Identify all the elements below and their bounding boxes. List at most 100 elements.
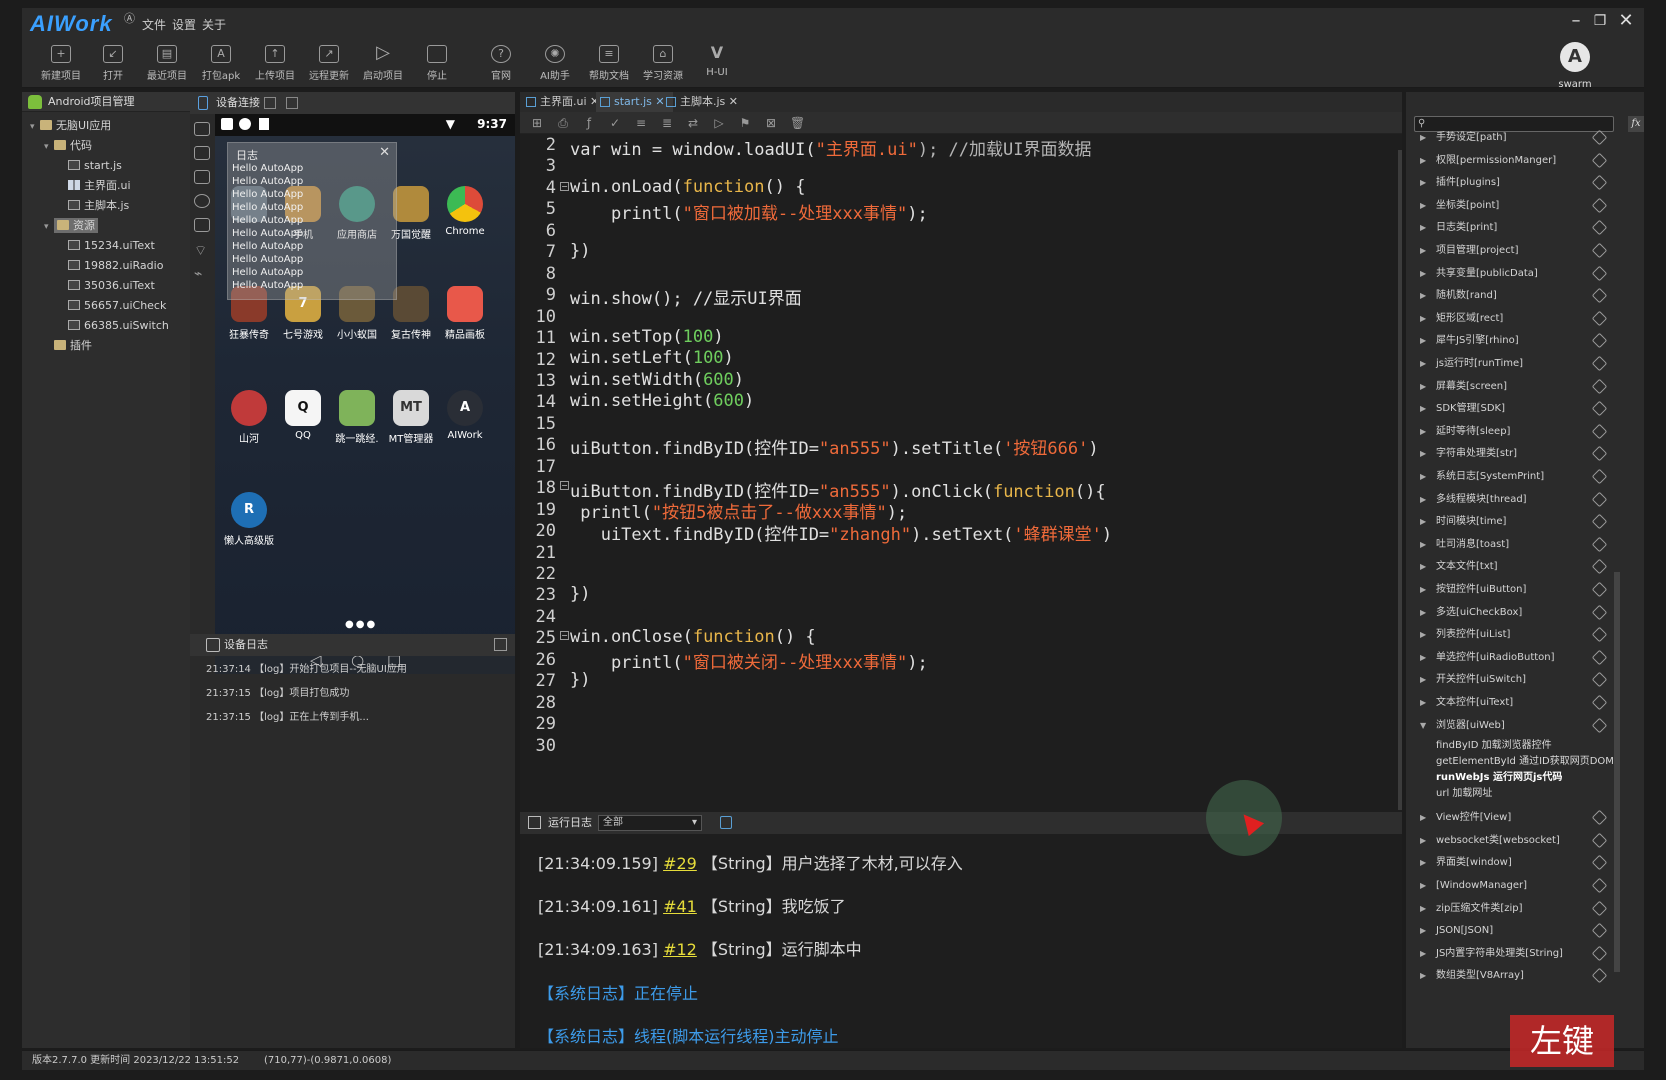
help-docs-button[interactable]: ≡ 帮助文档 [582, 42, 636, 86]
api-item[interactable]: ▶ 界面类[window] [1406, 853, 1628, 873]
h-ui-button[interactable]: V H-UI [690, 42, 744, 86]
api-item[interactable]: ▶ 随机数[rand] [1406, 286, 1628, 306]
api-item[interactable]: ▶ 时间模块[time] [1406, 512, 1628, 532]
phone-screen[interactable]: ▼ 9:37 手机 应用商店 万国觉醒 Chrome 狂暴传奇 7 七号游戏 小小… [215, 114, 515, 674]
api-item[interactable]: ▶ 单选控件[uiRadioButton] [1406, 648, 1628, 668]
app-lazy-pro[interactable]: R 懒人高级版 [221, 492, 277, 547]
api-item[interactable]: ▶ SDK管理[SDK] [1406, 399, 1628, 419]
swarm-button[interactable]: A swarm [1550, 42, 1600, 90]
api-item[interactable]: ▶ 多线程模块[thread] [1406, 490, 1628, 510]
api-item[interactable]: ▶ 屏幕类[screen] [1406, 377, 1628, 397]
api-item[interactable]: ▶ websocket类[websocket] [1406, 831, 1628, 851]
fold-toggle-icon[interactable]: − [560, 481, 569, 490]
upload-project-button[interactable]: ↑ 上传项目 [248, 42, 302, 86]
app-jump[interactable]: 跳一跳经. [329, 390, 385, 445]
maximize-button[interactable]: ❐ [1588, 13, 1612, 29]
tab-main-script[interactable]: 主脚本.js ✕ [662, 92, 746, 112]
run-icon[interactable]: ▷ [712, 116, 726, 130]
tree-folder-resources[interactable]: ▾ 资源 [44, 216, 98, 236]
api-item[interactable]: ▶ 矩形区域[rect] [1406, 309, 1628, 329]
wifi-icon[interactable]: ⌔ [194, 242, 210, 259]
official-site-button[interactable]: ? 官网 [474, 42, 528, 86]
stop-button[interactable]: 停止 [410, 42, 464, 86]
fold-toggle-icon[interactable]: − [560, 182, 569, 191]
api-item[interactable]: ▶ JSON[JSON] [1406, 921, 1628, 941]
api-item[interactable]: ▶ [WindowManager] [1406, 876, 1628, 896]
api-sub-item[interactable]: getElementById 通过ID获取网页DOM [1436, 752, 1614, 767]
tree-root[interactable]: ▾ 无脑UI应用 [30, 116, 111, 136]
api-sub-item[interactable]: findByID 加载浏览器控件 [1436, 736, 1552, 751]
api-sub-item[interactable]: url 加载网址 [1436, 784, 1492, 799]
recent-projects-button[interactable]: ▤ 最近项目 [140, 42, 194, 86]
tree-file-15234[interactable]: 15234.uiText [68, 236, 155, 256]
tree-file-56657[interactable]: 56657.uiCheck [68, 296, 166, 316]
minimize-button[interactable]: – [1564, 10, 1588, 31]
api-item[interactable]: ▶ 坐标类[point] [1406, 196, 1628, 216]
code-editor[interactable]: var win = window.loadUI("主界面.ui"); //加载U… [520, 134, 1402, 812]
log-popup[interactable]: 日志 ✕ Hello AutoApp Hello AutoApp Hello A… [227, 142, 397, 300]
app-qq[interactable]: Q QQ [275, 390, 331, 441]
tree-file-19882[interactable]: 19882.uiRadio [68, 256, 163, 276]
editor-scrollbar[interactable] [1398, 150, 1402, 810]
usb-icon[interactable]: ⌁ [194, 266, 210, 282]
api-item[interactable]: ▶ 共享变量[publicData] [1406, 264, 1628, 284]
start-project-button[interactable]: ▷ 启动项目 [356, 42, 410, 86]
app-drawing-board[interactable]: 精品画板 [437, 286, 493, 341]
new-project-button[interactable]: + 新建项目 [34, 42, 88, 86]
menu-about[interactable]: 关于 [202, 16, 226, 33]
api-item[interactable]: ▶ 数组类型[V8Array] [1406, 966, 1628, 986]
refresh-icon[interactable] [286, 97, 298, 109]
run-log-filter-select[interactable]: 全部 ▾ [598, 815, 702, 831]
api-item[interactable]: ▶ 文本文件[txt] [1406, 557, 1628, 577]
screen-icon[interactable] [194, 170, 210, 184]
api-item[interactable]: ▶ 开关控件[uiSwitch] [1406, 670, 1628, 690]
close-all-icon[interactable]: ⊠ [764, 116, 778, 130]
indent-icon[interactable]: ≡ [634, 116, 648, 130]
ai-assistant-button[interactable]: ✺ AI助手 [528, 42, 582, 86]
api-item[interactable]: ▶ 列表控件[uiList] [1406, 625, 1628, 645]
trash-icon[interactable]: 🗑 [790, 116, 805, 130]
api-item[interactable]: ▶ 项目管理[project] [1406, 241, 1628, 261]
api-item[interactable]: ▶ 按钮控件[uiButton] [1406, 580, 1628, 600]
api-item[interactable]: ▶ 日志类[print] [1406, 218, 1628, 238]
api-item[interactable]: ▶ 文本控件[uiText] [1406, 693, 1628, 713]
api-item[interactable]: ▶ 吐司消息[toast] [1406, 535, 1628, 555]
debug-icon[interactable]: ⚑ [738, 116, 752, 130]
print-icon[interactable]: ⎙ [556, 116, 570, 130]
api-item[interactable]: ▶ 插件[plugins] [1406, 173, 1628, 193]
tree-file-66385[interactable]: 66385.uiSwitch [68, 316, 169, 336]
expand-icon[interactable] [494, 638, 507, 651]
function-icon[interactable]: ƒ [582, 116, 596, 130]
api-item[interactable]: ▶ js运行时[runTime] [1406, 354, 1628, 374]
apk-side-icon[interactable] [194, 146, 210, 160]
close-button[interactable]: ✕ [1614, 10, 1638, 31]
app-shanhe[interactable]: 山河 [221, 390, 277, 445]
tab-main-ui[interactable]: 主界面.ui ✕ [522, 92, 607, 112]
api-item[interactable]: ▶ 延时等待[sleep] [1406, 422, 1628, 442]
screenshot-icon[interactable] [264, 97, 276, 109]
tree-file-35036[interactable]: 35036.uiText [68, 276, 155, 296]
tree-file-main-script[interactable]: 主脚本.js [68, 196, 129, 216]
api-item[interactable]: ▶ JS内置字符串处理类[String] [1406, 944, 1628, 964]
node-tree-icon[interactable] [194, 218, 210, 232]
menu-settings[interactable]: 设置 [172, 16, 196, 33]
open-button[interactable]: ↙ 打开 [86, 42, 140, 86]
app-mt-manager[interactable]: MT MT管理器 [383, 390, 439, 445]
lock-icon[interactable] [720, 816, 732, 829]
api-item[interactable]: ▼ 浏览器[uiWeb] [1406, 716, 1628, 736]
remote-update-button[interactable]: ↗ 远程更新 [302, 42, 356, 86]
swap-icon[interactable]: ⇄ [686, 116, 700, 130]
tree-file-start[interactable]: start.js [68, 156, 122, 176]
palette-icon[interactable] [194, 194, 210, 208]
app-aiwork[interactable]: A AIWork [437, 390, 493, 441]
api-item[interactable]: ▶ 权限[permissionManger] [1406, 151, 1628, 171]
build-apk-button[interactable]: A 打包apk [194, 42, 248, 86]
format-icon[interactable]: ⊞ [530, 116, 544, 130]
tree-folder-code[interactable]: ▾ 代码 [44, 136, 92, 156]
api-item[interactable]: ▶ 手势设定[path] [1406, 128, 1628, 148]
check-icon[interactable]: ✓ [608, 116, 622, 130]
fold-toggle-icon[interactable]: − [560, 631, 569, 640]
learning-resources-button[interactable]: ⌂ 学习资源 [636, 42, 690, 86]
outdent-icon[interactable]: ≣ [660, 116, 674, 130]
api-item[interactable]: ▶ 字符串处理类[str] [1406, 444, 1628, 464]
